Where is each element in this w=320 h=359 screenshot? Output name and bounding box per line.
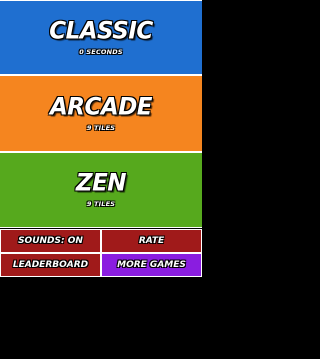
- classic-mode-title: CLASSIC: [49, 16, 153, 45]
- classic-mode-subtitle: 0 SECONDS: [79, 47, 123, 56]
- rate-button[interactable]: RATE: [101, 229, 202, 253]
- sounds-toggle-button[interactable]: SOUNDS: ON: [0, 229, 101, 253]
- zen-mode-button[interactable]: ZEN 9 TILES: [0, 152, 202, 228]
- more-games-button[interactable]: MORE GAMES: [101, 253, 202, 277]
- zen-mode-subtitle: 9 TILES: [86, 200, 116, 208]
- main-menu-screen: CLASSIC 0 SECONDS ARCADE 9 TILES ZEN 9 T…: [0, 0, 202, 359]
- classic-mode-button[interactable]: CLASSIC 0 SECONDS: [0, 0, 202, 75]
- zen-mode-title: ZEN: [75, 169, 127, 197]
- empty-footer-area: [0, 277, 202, 359]
- leaderboard-button[interactable]: LEADERBOARD: [0, 253, 101, 277]
- arcade-mode-title: ARCADE: [50, 92, 153, 121]
- arcade-mode-subtitle: 9 TILES: [86, 123, 116, 132]
- arcade-mode-button[interactable]: ARCADE 9 TILES: [0, 75, 202, 152]
